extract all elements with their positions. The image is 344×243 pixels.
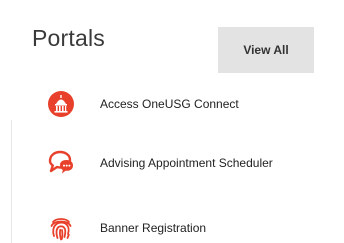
divider bbox=[11, 120, 12, 243]
portal-label: Advising Appointment Scheduler bbox=[100, 156, 273, 170]
view-all-button[interactable]: View All bbox=[218, 27, 314, 73]
portal-label: Banner Registration bbox=[100, 221, 207, 235]
portal-item-advising[interactable]: Advising Appointment Scheduler bbox=[46, 148, 273, 178]
fingerprint-icon bbox=[46, 213, 76, 243]
capitol-dome-icon bbox=[46, 89, 76, 119]
portal-item-banner[interactable]: Banner Registration bbox=[46, 213, 206, 243]
chat-bubble-icon bbox=[46, 148, 76, 178]
widget-title: Portals bbox=[32, 25, 105, 51]
portal-item-oneusg[interactable]: Access OneUSG Connect bbox=[46, 89, 239, 119]
portal-label: Access OneUSG Connect bbox=[100, 97, 239, 111]
portals-widget: Portals View All Access OneUSG Connect A… bbox=[0, 0, 344, 243]
